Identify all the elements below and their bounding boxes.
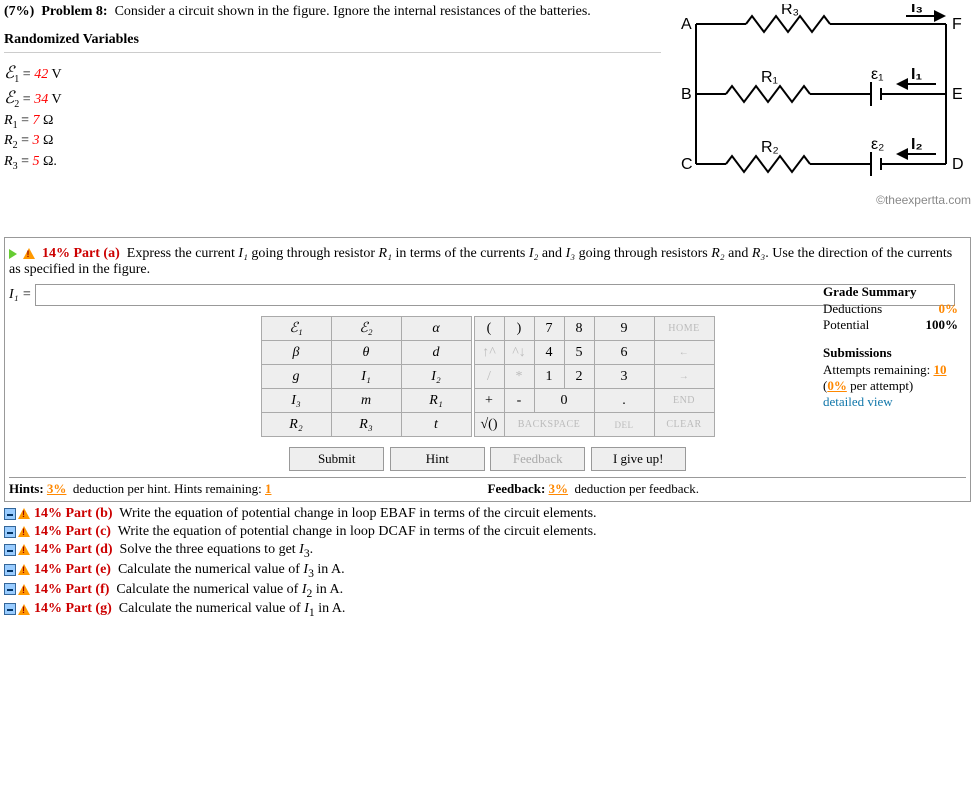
giveup-button[interactable]: I give up! xyxy=(591,447,686,471)
answer-input[interactable] xyxy=(35,284,955,306)
warning-icon xyxy=(18,584,30,595)
svg-text:ε₂: ε₂ xyxy=(871,136,884,153)
svg-text:R₃: R₃ xyxy=(781,4,799,18)
warning-icon xyxy=(18,508,30,519)
svg-text:C: C xyxy=(681,156,693,173)
svg-text:I₃: I₃ xyxy=(911,4,923,16)
svg-text:B: B xyxy=(681,86,692,103)
answer-lhs: I₁ = xyxy=(9,287,35,302)
collapse-icon[interactable] xyxy=(4,508,16,520)
randomized-variables-heading: Randomized Variables xyxy=(4,32,661,53)
warning-icon xyxy=(18,544,30,555)
svg-text:R₂: R₂ xyxy=(761,139,779,156)
part-e-row[interactable]: 14% Part (e) Calculate the numerical val… xyxy=(4,562,971,580)
symbol-keypad[interactable]: ℰ₁ℰ₂α βθd gI₁I₂ I₃mR₁ R₂R₃t xyxy=(261,316,472,437)
part-c-row[interactable]: 14% Part (c) Write the equation of poten… xyxy=(4,524,971,540)
expand-icon[interactable] xyxy=(9,249,17,259)
submit-button[interactable]: Submit xyxy=(289,447,384,471)
hint-button[interactable]: Hint xyxy=(390,447,485,471)
detailed-view-link[interactable]: detailed view xyxy=(823,394,958,410)
svg-text:I₁: I₁ xyxy=(911,66,922,83)
part-f-row[interactable]: 14% Part (f) Calculate the numerical val… xyxy=(4,582,971,600)
part-a-row: 14% Part (a) Express the current I₁ goin… xyxy=(9,246,966,278)
part-g-row[interactable]: 14% Part (g) Calculate the numerical val… xyxy=(4,601,971,619)
svg-text:I₂: I₂ xyxy=(911,136,923,153)
svg-text:ε₁: ε₁ xyxy=(871,66,884,83)
svg-text:D: D xyxy=(952,156,964,173)
copyright: ©theexpertta.com xyxy=(671,193,971,207)
hint-feedback-bar: Hints: 3% deduction per hint. Hints rema… xyxy=(9,477,966,497)
grade-summary: Grade Summary Deductions0% Potential100%… xyxy=(823,284,958,410)
part-d-row[interactable]: 14% Part (d) Solve the three equations t… xyxy=(4,542,971,560)
numeric-keypad[interactable]: ()789HOME ↑^^↓456← /*123→ +-0.END √()BAC… xyxy=(474,316,715,437)
collapse-icon[interactable] xyxy=(4,583,16,595)
variable-list: ℰ1 = 42 V ℰ2 = 34 V R1 = 7 Ω R2 = 3 Ω R3… xyxy=(4,63,661,172)
svg-text:E: E xyxy=(952,86,963,103)
svg-text:R₁: R₁ xyxy=(761,69,778,86)
collapse-icon[interactable] xyxy=(4,564,16,576)
warning-icon xyxy=(18,604,30,615)
svg-text:A: A xyxy=(681,16,692,33)
collapse-icon[interactable] xyxy=(4,603,16,615)
svg-text:F: F xyxy=(952,16,962,33)
collapse-icon[interactable] xyxy=(4,544,16,556)
warning-icon xyxy=(23,248,35,259)
part-b-row[interactable]: 14% Part (b) Write the equation of poten… xyxy=(4,506,971,522)
problem-heading: (7%) Problem 8: Consider a circuit shown… xyxy=(4,4,661,20)
feedback-button[interactable]: Feedback xyxy=(490,447,585,471)
warning-icon xyxy=(18,526,30,537)
circuit-diagram: R₃ I₃ R₁ ε₁ I₁ xyxy=(676,4,966,184)
collapse-icon[interactable] xyxy=(4,526,16,538)
warning-icon xyxy=(18,564,30,575)
